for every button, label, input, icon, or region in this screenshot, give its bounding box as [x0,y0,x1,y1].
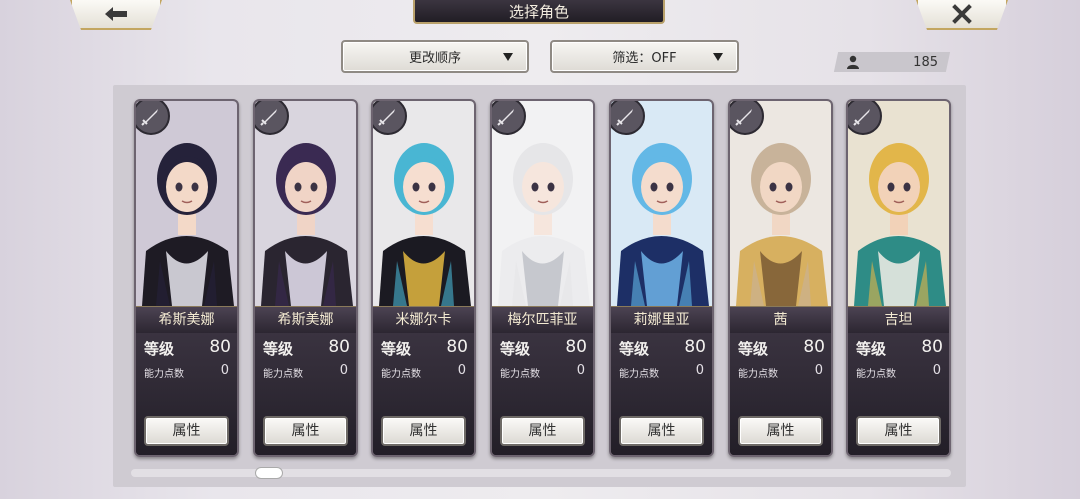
attributes-button[interactable]: 属性 [144,416,229,446]
ability-points-value: 0 [932,363,941,378]
character-stats: 等级 80 能力点数 0 属性 [136,333,237,455]
chevron-down-icon [503,53,513,61]
ability-points-value: 0 [220,363,229,378]
ability-points-value: 0 [457,363,466,378]
horizontal-scrollbar[interactable] [131,469,951,477]
close-button[interactable] [916,0,1008,30]
attributes-button[interactable]: 属性 [263,416,348,446]
scrollbar-thumb[interactable] [255,467,283,479]
character-name: 梅尔匹菲亚 [492,306,593,334]
level-label: 等级 [738,340,769,358]
ability-points-label: 能力点数 [144,369,184,380]
attributes-button[interactable]: 属性 [856,416,941,446]
filter-dropdown[interactable]: 筛选：OFF [550,40,739,73]
character-name: 希斯美娜 [136,306,237,334]
character-name: 吉坦 [848,306,949,334]
ability-points-label: 能力点数 [856,369,896,380]
chevron-down-icon [713,53,723,61]
character-stats: 等级 80 能力点数 0 属性 [255,333,356,455]
attributes-button[interactable]: 属性 [381,416,466,446]
level-value: 80 [921,337,943,357]
character-card[interactable]: 茜等级 80 能力点数 0 属性 [728,99,833,457]
character-count: 185 [846,52,946,72]
level-label: 等级 [144,340,175,358]
character-stats: 等级 80 能力点数 0 属性 [611,333,712,455]
character-card[interactable]: 希斯美娜等级 80 能力点数 0 属性 [253,99,358,457]
sort-order-label: 更改顺序 [408,51,461,66]
character-card[interactable]: 希斯美娜等级 80 能力点数 0 属性 [134,99,239,457]
character-stats: 等级 80 能力点数 0 属性 [848,333,949,455]
person-icon [847,55,859,69]
character-name: 米娜尔卡 [373,306,474,334]
character-name: 茜 [730,306,831,334]
ability-points-value: 0 [814,363,823,378]
ability-points-value: 0 [695,363,704,378]
character-count-value: 185 [913,54,938,70]
attributes-button[interactable]: 属性 [738,416,823,446]
ability-points-label: 能力点数 [738,369,778,380]
ability-points-label: 能力点数 [381,369,421,380]
ability-points-label: 能力点数 [619,369,659,380]
ability-points-label: 能力点数 [500,369,540,380]
close-x-icon [952,4,972,24]
character-card[interactable]: 吉坦等级 80 能力点数 0 属性 [846,99,951,457]
level-value: 80 [446,337,468,357]
character-stats: 等级 80 能力点数 0 属性 [373,333,474,455]
level-label: 等级 [381,340,412,358]
back-button[interactable] [70,0,162,30]
ability-points-value: 0 [339,363,348,378]
ability-points-label: 能力点数 [263,369,303,380]
level-label: 等级 [500,340,531,358]
level-value: 80 [209,337,231,357]
ability-points-value: 0 [576,363,585,378]
sort-order-dropdown[interactable]: 更改顺序 [341,40,529,73]
level-label: 等级 [619,340,650,358]
filter-label: 筛选：OFF [612,51,677,66]
character-name: 莉娜里亚 [611,306,712,334]
character-stats: 等级 80 能力点数 0 属性 [730,333,831,455]
level-label: 等级 [263,340,294,358]
back-arrow-icon [105,7,127,21]
level-value: 80 [328,337,350,357]
page-title: 选择角色 [413,0,665,24]
character-card[interactable]: 莉娜里亚等级 80 能力点数 0 属性 [609,99,714,457]
character-stats: 等级 80 能力点数 0 属性 [492,333,593,455]
attributes-button[interactable]: 属性 [500,416,585,446]
attributes-button[interactable]: 属性 [619,416,704,446]
character-card[interactable]: 米娜尔卡等级 80 能力点数 0 属性 [371,99,476,457]
character-card[interactable]: 梅尔匹菲亚等级 80 能力点数 0 属性 [490,99,595,457]
level-label: 等级 [856,340,887,358]
character-name: 希斯美娜 [255,306,356,334]
level-value: 80 [803,337,825,357]
level-value: 80 [684,337,706,357]
level-value: 80 [565,337,587,357]
